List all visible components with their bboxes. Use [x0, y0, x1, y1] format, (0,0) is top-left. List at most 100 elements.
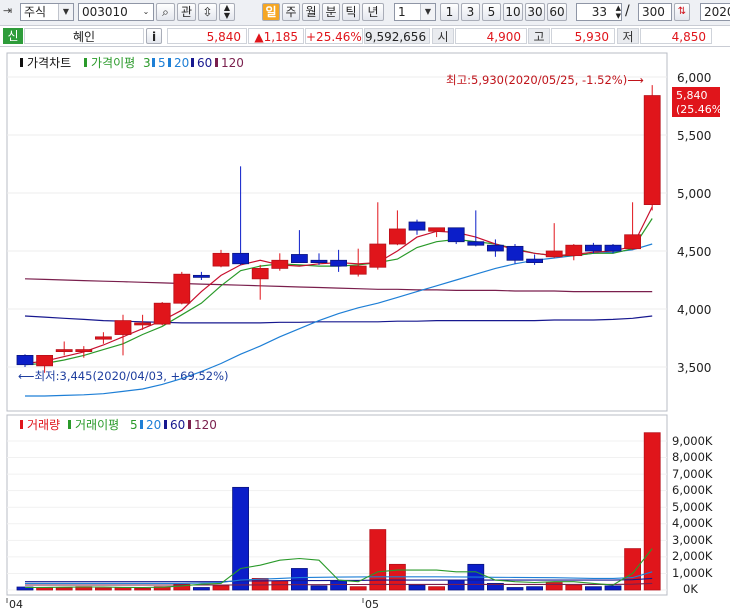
- price-y-tick: 5,000: [677, 187, 711, 201]
- legend-marker-vma120: [188, 420, 191, 429]
- volume-bar: [212, 585, 230, 591]
- reset-icon[interactable]: ⇅: [674, 3, 690, 21]
- code-dropdown-icon[interactable]: ⌄: [139, 4, 153, 20]
- volume-bar: [134, 587, 152, 591]
- legend-volume-chart[interactable]: 거래량: [27, 418, 60, 432]
- market-select[interactable]: 주식 ▼: [20, 3, 74, 21]
- x-tick-label: 04: [9, 598, 23, 611]
- volume-y-tick: 5,000K: [672, 500, 713, 514]
- price-candle: [153, 302, 171, 325]
- link-button[interactable]: ⇳: [198, 3, 217, 21]
- price-candle: [36, 354, 53, 367]
- price-candle: [173, 273, 191, 304]
- open-value: 4,900: [455, 28, 527, 44]
- tab-period-1[interactable]: 주: [282, 3, 300, 21]
- volume-value: 9,592,656: [364, 28, 430, 44]
- step-down-icon[interactable]: ▼: [224, 11, 230, 20]
- price-candle: [271, 259, 289, 269]
- price-candle: [369, 243, 387, 268]
- chevron-down-icon[interactable]: ▼: [58, 4, 73, 20]
- price-y-tick: 5,500: [677, 129, 711, 143]
- watch-button[interactable]: 관: [177, 3, 196, 21]
- legend-vma20[interactable]: 20: [146, 418, 161, 432]
- quote-bar: 신 혜인 i 5,840 ▲1,185 +25.46% 9,592,656 시 …: [0, 26, 730, 47]
- legend-ma3[interactable]: 3: [143, 56, 151, 70]
- chart-canvas[interactable]: 가격차트 가격이평 3 5 20 60 120 최고:5,930(2020/05…: [0, 47, 730, 612]
- price-candle: [114, 320, 132, 335]
- high-value: 5,930: [551, 28, 615, 44]
- change-percent: +25.46%: [305, 28, 363, 44]
- volume-y-tick: 8,000K: [672, 450, 713, 464]
- legend-ma60[interactable]: 60: [197, 56, 212, 70]
- view-count-input[interactable]: 33 ▲ ▼: [576, 3, 622, 21]
- legend-marker-ma120: [215, 58, 218, 67]
- legend-volume-ma[interactable]: 거래이평: [75, 418, 119, 432]
- current-price-tag-value: 5,840: [676, 89, 708, 102]
- tab-period-2[interactable]: 월: [302, 3, 320, 21]
- price-candle: [192, 274, 210, 278]
- volume-bar: [447, 579, 465, 591]
- legend-marker-ma: [84, 58, 87, 67]
- interval-button-60[interactable]: 60: [547, 3, 567, 21]
- tab-period-5[interactable]: 년: [362, 3, 384, 21]
- info-button[interactable]: i: [146, 28, 162, 44]
- price-candle: [310, 259, 328, 263]
- volume-y-axis: 9,000K 8,000K 7,000K 6,000K 5,000K 4,000…: [672, 434, 713, 596]
- legend-marker-ma5: [152, 58, 155, 67]
- current-price: 5,840: [167, 28, 247, 44]
- legend-ma120[interactable]: 120: [221, 56, 244, 70]
- low-label: 저: [617, 28, 639, 44]
- tab-period-4[interactable]: 틱: [342, 3, 360, 21]
- legend-ma5[interactable]: 5: [158, 56, 166, 70]
- tab-period-0[interactable]: 일: [262, 3, 280, 21]
- price-candle: [16, 354, 34, 366]
- open-label: 시: [432, 28, 454, 44]
- volume-y-tick: 3,000K: [672, 533, 713, 547]
- price-candle: [290, 254, 308, 263]
- legend-vma60[interactable]: 60: [170, 418, 185, 432]
- tab-period-3[interactable]: 분: [322, 3, 340, 21]
- price-candle: [526, 258, 543, 263]
- price-candle: [388, 228, 406, 245]
- updown-stepper[interactable]: ▲ ▼: [219, 3, 235, 21]
- legend-vma5[interactable]: 5: [130, 418, 138, 432]
- interval-button-1[interactable]: 1: [440, 3, 459, 21]
- price-candle: [134, 322, 152, 326]
- interval-button-5[interactable]: 5: [482, 3, 501, 21]
- interval-button-10[interactable]: 10: [503, 3, 523, 21]
- price-candle: [545, 250, 563, 258]
- legend-vma120[interactable]: 120: [194, 418, 217, 432]
- volume-y-tick: 9,000K: [672, 434, 713, 448]
- market-value: 주식: [24, 5, 47, 19]
- date-input[interactable]: 2020/: [700, 3, 730, 21]
- volume-y-tick: 6,000K: [672, 483, 713, 497]
- price-panel-frame: [6, 52, 668, 412]
- search-button[interactable]: ⌕: [156, 3, 175, 21]
- credit-badge: 신: [3, 28, 23, 44]
- volume-y-tick: 0K: [683, 582, 698, 596]
- volume-bar: [95, 587, 112, 591]
- view-count-stepper-icon[interactable]: ▲ ▼: [609, 4, 621, 20]
- price-candle: [624, 234, 641, 250]
- expand-arrow-icon[interactable]: ⇥: [3, 3, 19, 21]
- high-annotation: 최고:5,930(2020/05/25, -1.52%)⟶: [446, 73, 644, 87]
- price-change: ▲1,185: [248, 28, 304, 44]
- interval-button-3[interactable]: 3: [461, 3, 480, 21]
- legend-ma20[interactable]: 20: [174, 56, 189, 70]
- volume-bar: [271, 580, 289, 591]
- price-candle: [212, 252, 230, 267]
- interval-select[interactable]: 1 ▼: [394, 3, 436, 21]
- code-value: 003010: [82, 5, 128, 19]
- interval-button-30[interactable]: 30: [525, 3, 545, 21]
- interval-chevron-icon[interactable]: ▼: [420, 4, 435, 20]
- legend-marker-vma60: [164, 420, 167, 429]
- total-count-input[interactable]: 300: [638, 3, 672, 21]
- code-input[interactable]: 003010 ⌄: [78, 3, 154, 21]
- price-candle: [506, 245, 524, 261]
- chart-area[interactable]: 가격차트 가격이평 3 5 20 60 120 최고:5,930(2020/05…: [0, 47, 730, 612]
- legend-price-ma[interactable]: 가격이평: [91, 56, 135, 70]
- volume-bar: [290, 568, 308, 591]
- volume-y-tick: 2,000K: [672, 549, 713, 563]
- price-candle: [95, 336, 112, 340]
- legend-price-chart[interactable]: 가격차트: [27, 56, 71, 70]
